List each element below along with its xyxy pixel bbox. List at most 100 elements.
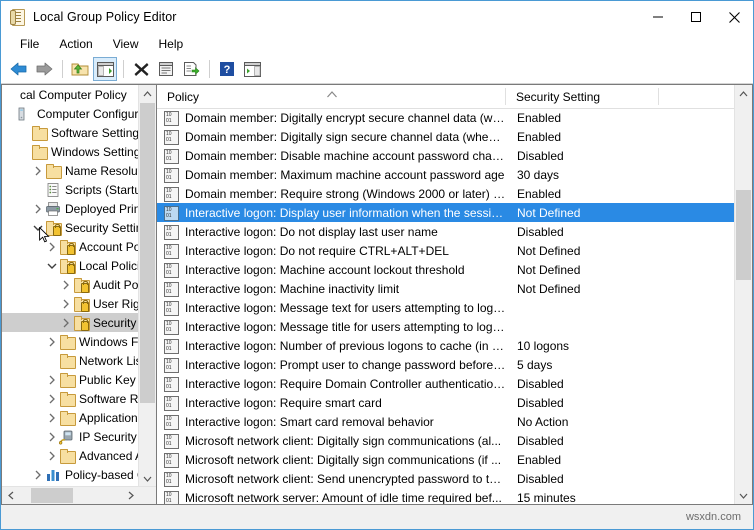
minimize-button[interactable] (639, 1, 677, 33)
tree-scroll-up-arrow[interactable] (139, 85, 156, 102)
table-row[interactable]: Interactive logon: Message title for use… (157, 317, 735, 336)
policy-rows[interactable]: Domain member: Digitally encrypt secure … (157, 108, 735, 504)
tree-node-label: Name Resolution (65, 163, 139, 178)
chevron-right-icon[interactable] (30, 204, 45, 214)
tree-node[interactable]: Local Policies (2, 256, 139, 275)
list-scroll-down-arrow[interactable] (735, 487, 752, 504)
tree-node[interactable]: Public Key Po (2, 370, 139, 389)
chevron-down-icon[interactable] (30, 224, 45, 232)
chevron-right-icon[interactable] (30, 470, 45, 480)
tree-scroll-thumb[interactable] (140, 103, 155, 403)
menu-file[interactable]: File (11, 35, 48, 53)
menu-help[interactable]: Help (150, 35, 193, 53)
policy-name-cell: Microsoft network client: Digitally sign… (185, 433, 502, 448)
table-row[interactable]: Interactive logon: Do not require CTRL+A… (157, 241, 735, 260)
tree-node[interactable]: Computer Configuration (2, 104, 139, 123)
chevron-right-icon[interactable] (44, 242, 59, 252)
tree-node[interactable]: Name Resolution (2, 161, 139, 180)
tree-scroll-down-arrow[interactable] (139, 470, 156, 487)
table-row[interactable]: Domain member: Maximum machine account p… (157, 165, 735, 184)
tree-horizontal-scrollbar[interactable] (2, 486, 156, 504)
tree-hscroll-thumb[interactable] (31, 488, 73, 503)
table-row[interactable]: Interactive logon: Require smart card Dis… (157, 393, 735, 412)
table-row[interactable]: Domain member: Disable machine account p… (157, 146, 735, 165)
policy-name-cell: Domain member: Digitally encrypt secure … (185, 110, 507, 125)
tree-node[interactable]: cal Computer Policy (2, 85, 139, 104)
help-icon[interactable]: ? (215, 57, 239, 81)
console-tree[interactable]: cal Computer Policy Computer Configuratio… (2, 85, 139, 487)
tree-node[interactable]: Windows Settings (2, 142, 139, 161)
table-row[interactable]: Interactive logon: Machine account locko… (157, 260, 735, 279)
table-row[interactable]: Microsoft network client: Digitally sign… (157, 431, 735, 450)
properties-icon[interactable] (154, 57, 178, 81)
chevron-right-icon[interactable] (58, 299, 73, 309)
back-icon[interactable] (7, 57, 31, 81)
table-row[interactable]: Domain member: Digitally encrypt secure … (157, 108, 735, 127)
tree-node[interactable]: User Right (2, 294, 139, 313)
policy-setting-icon (163, 414, 179, 430)
policy-setting-icon (163, 129, 179, 145)
security-setting-cell: Not Defined (517, 243, 581, 258)
tree-node-label: User Right (93, 296, 139, 311)
tree-scroll-right-arrow[interactable] (122, 487, 139, 504)
tree-node[interactable]: Network List (2, 351, 139, 370)
show-tree-icon[interactable] (93, 57, 117, 81)
table-row[interactable]: Interactive logon: Display user informat… (157, 203, 735, 222)
table-row[interactable]: Interactive logon: Machine inactivity li… (157, 279, 735, 298)
tree-node[interactable]: Windows Fire (2, 332, 139, 351)
forward-icon[interactable] (32, 57, 56, 81)
tree-node[interactable]: Software Rest (2, 389, 139, 408)
tree-node[interactable]: Audit Poli (2, 275, 139, 294)
maximize-button[interactable] (677, 1, 715, 33)
table-row[interactable]: Interactive logon: Number of previous lo… (157, 336, 735, 355)
table-row[interactable]: Interactive logon: Smart card removal be… (157, 412, 735, 431)
table-row[interactable]: Microsoft network server: Amount of idle… (157, 488, 735, 504)
menu-action[interactable]: Action (50, 35, 101, 53)
table-row[interactable]: Microsoft network client: Send unencrypt… (157, 469, 735, 488)
watermark-text: wsxdn.com (685, 511, 741, 523)
chevron-right-icon[interactable] (44, 337, 59, 347)
list-vertical-scrollbar[interactable] (734, 85, 752, 504)
tree-node[interactable]: Application C (2, 408, 139, 427)
table-row[interactable]: Microsoft network client: Digitally sign… (157, 450, 735, 469)
tree-node[interactable]: Scripts (Startup/S (2, 180, 139, 199)
chevron-right-icon[interactable] (44, 451, 59, 461)
table-row[interactable]: Interactive logon: Prompt user to change… (157, 355, 735, 374)
chevron-right-icon[interactable] (44, 413, 59, 423)
table-row[interactable]: Interactive logon: Do not display last u… (157, 222, 735, 241)
tree-node-label: Public Key Po (79, 372, 139, 387)
chevron-right-icon[interactable] (58, 318, 73, 328)
column-header-security-setting[interactable]: Security Setting (506, 85, 659, 108)
chevron-right-icon[interactable] (44, 432, 59, 442)
chevron-right-icon[interactable] (30, 166, 45, 176)
table-row[interactable]: Interactive logon: Require Domain Contro… (157, 374, 735, 393)
tree-node[interactable]: Deployed Printer (2, 199, 139, 218)
column-header-policy[interactable]: Policy (157, 85, 506, 108)
tree-node[interactable]: Software Settings (2, 123, 139, 142)
list-scroll-up-arrow[interactable] (735, 85, 752, 102)
tree-node[interactable]: Advanced Au (2, 446, 139, 465)
chevron-down-icon[interactable] (44, 262, 59, 270)
chevron-right-icon[interactable] (44, 394, 59, 404)
up-folder-icon[interactable] (68, 57, 92, 81)
tree-node[interactable]: Account Polic (2, 237, 139, 256)
tree-node[interactable]: Policy-based QoS (2, 465, 139, 484)
table-row[interactable]: Domain member: Digitally sign secure cha… (157, 127, 735, 146)
tree-node[interactable]: Security Settings (2, 218, 139, 237)
tree-vertical-scrollbar[interactable] (138, 85, 156, 487)
export-list-icon[interactable] (179, 57, 203, 81)
show-details-icon[interactable] (240, 57, 264, 81)
menu-view[interactable]: View (104, 35, 148, 53)
close-button[interactable] (715, 1, 753, 33)
tree-scroll-left-arrow[interactable] (2, 487, 19, 504)
tree-node[interactable]: Security C (2, 313, 139, 332)
table-row[interactable]: Interactive logon: Message text for user… (157, 298, 735, 317)
security-setting-cell: Not Defined (517, 205, 581, 220)
tree-node[interactable]: IP Security Po (2, 427, 139, 446)
policy-setting-icon (163, 167, 179, 183)
delete-icon[interactable] (129, 57, 153, 81)
table-row[interactable]: Domain member: Require strong (Windows 2… (157, 184, 735, 203)
chevron-right-icon[interactable] (44, 375, 59, 385)
list-scroll-thumb[interactable] (736, 190, 751, 280)
chevron-right-icon[interactable] (58, 280, 73, 290)
